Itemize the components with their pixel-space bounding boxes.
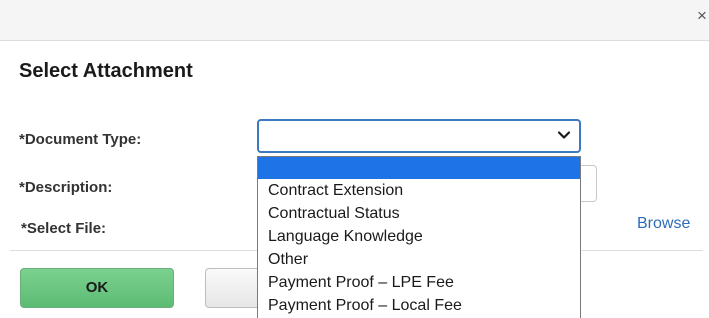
ok-button[interactable]: OK [20, 268, 174, 308]
document-type-dropdown-list: Contract Extension Contractual Status La… [257, 156, 581, 318]
cancel-button[interactable]: C [205, 268, 265, 308]
close-icon[interactable]: × [695, 6, 709, 26]
document-type-select[interactable] [257, 119, 581, 153]
option-contractual-status[interactable]: Contractual Status [258, 202, 580, 225]
description-label: *Description: [19, 179, 113, 196]
dialog-title: Select Attachment [19, 60, 193, 82]
option-other[interactable]: Other [258, 248, 580, 271]
document-type-label: *Document Type: [19, 131, 142, 148]
option-contract-extension[interactable]: Contract Extension [258, 179, 580, 202]
description-input[interactable] [580, 165, 597, 202]
option-payment-proof-local-fee[interactable]: Payment Proof – Local Fee [258, 294, 580, 317]
dialog-header-bar: × [0, 0, 709, 41]
option-payment-proof-lpe-fee[interactable]: Payment Proof – LPE Fee [258, 271, 580, 294]
browse-link[interactable]: Browse [637, 215, 690, 233]
option-blank[interactable] [258, 157, 580, 179]
chevron-down-icon [557, 131, 571, 139]
option-language-knowledge[interactable]: Language Knowledge [258, 225, 580, 248]
select-file-label: *Select File: [21, 220, 107, 237]
